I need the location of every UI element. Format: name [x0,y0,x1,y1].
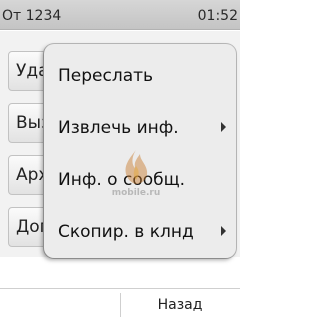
chevron-right-icon [221,226,226,236]
watermark: mobile.ru [96,148,176,200]
sender-label: От 1234 [2,8,62,24]
chevron-right-icon [221,122,226,132]
menu-item-extract-info[interactable]: Извлечь инф. [44,108,236,148]
menu-item-copy-to-calendar[interactable]: Скопир. в клнд [44,212,236,252]
menu-item-label: Извлечь инф. [58,118,179,138]
watermark-text: mobile.ru [111,188,161,198]
clock: 01:52 [197,8,238,24]
menu-item-label: Скопир. в клнд [58,222,194,242]
back-button[interactable]: Назад [120,289,240,320]
softkey-bar: Назад [0,288,240,320]
flame-logo-icon [125,150,148,184]
menu-item-label: Переслать [58,66,154,86]
status-bar: От 1234 01:52 [0,0,240,30]
menu-item-forward[interactable]: Переслать [44,56,236,96]
